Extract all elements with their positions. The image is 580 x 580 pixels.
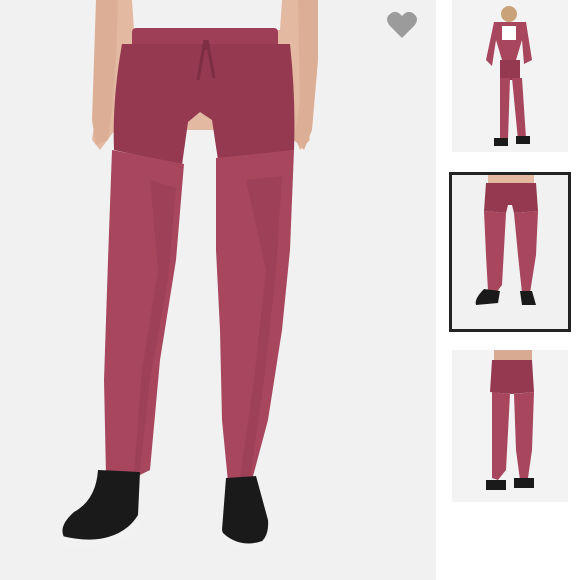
thumbnail-full-outfit-image <box>452 0 568 152</box>
thumbnail-back-view[interactable] <box>452 350 568 502</box>
heart-icon[interactable] <box>386 10 418 40</box>
product-gallery <box>0 0 580 580</box>
leggings-front-illustration <box>62 0 318 550</box>
main-product-image[interactable] <box>0 0 436 580</box>
thumbnail-back-view-image <box>452 350 568 502</box>
thumbnail-front-view-image <box>452 175 568 329</box>
thumbnail-front-view[interactable] <box>449 172 571 332</box>
thumbnail-full-outfit[interactable] <box>452 0 568 152</box>
